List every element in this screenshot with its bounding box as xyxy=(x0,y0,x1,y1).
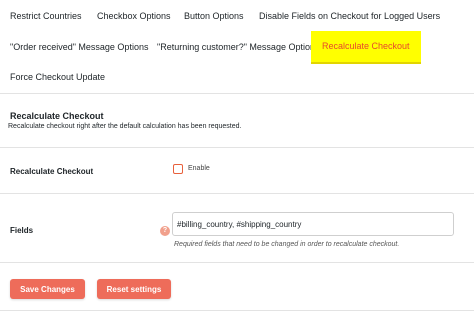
enable-label[interactable]: Enable xyxy=(188,165,210,172)
section-title: Recalculate Checkout xyxy=(10,111,104,121)
fields-label: Fields xyxy=(10,226,34,235)
tab-restrict-countries[interactable]: Restrict Countries xyxy=(10,10,82,22)
reset-settings-button[interactable]: Reset settings xyxy=(97,279,171,299)
section-description: Recalculate checkout right after the def… xyxy=(8,123,242,130)
tab-force-checkout-update[interactable]: Force Checkout Update xyxy=(10,71,105,83)
fields-input[interactable] xyxy=(172,212,454,236)
save-changes-button[interactable]: Save Changes xyxy=(10,279,85,299)
recalculate-enable-checkbox[interactable] xyxy=(173,164,183,174)
tab-returning-customer[interactable]: "Returning customer?" Message Options xyxy=(157,41,319,53)
tab-button-options[interactable]: Button Options xyxy=(184,10,244,22)
tab-disable-fields[interactable]: Disable Fields on Checkout for Logged Us… xyxy=(259,10,440,22)
tab-checkbox-options[interactable]: Checkbox Options xyxy=(97,10,171,22)
tab-recalculate-checkout[interactable]: Recalculate Checkout xyxy=(311,31,421,64)
help-icon[interactable]: ? xyxy=(160,226,170,236)
recalculate-checkout-label: Recalculate Checkout xyxy=(10,167,94,176)
divider xyxy=(0,93,474,94)
settings-tabs: Restrict Countries Checkbox Options Butt… xyxy=(0,0,474,93)
divider xyxy=(0,193,474,194)
divider xyxy=(0,147,474,148)
divider xyxy=(0,262,474,263)
fields-description: Required fields that need to be changed … xyxy=(174,241,400,248)
divider xyxy=(0,310,474,311)
tab-order-received[interactable]: "Order received" Message Options xyxy=(10,41,148,53)
